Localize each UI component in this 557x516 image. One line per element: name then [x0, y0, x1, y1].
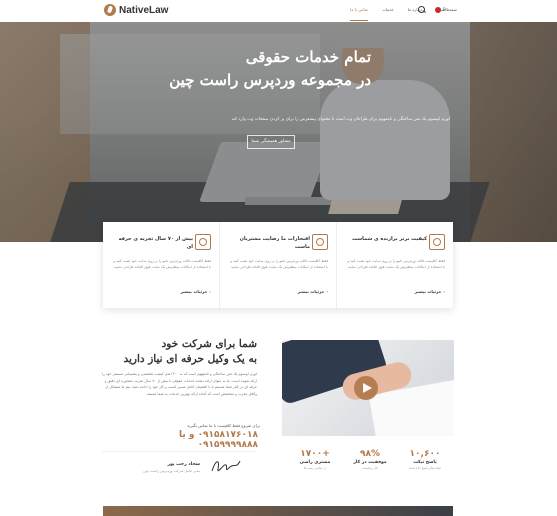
stat-item: +۱۷۰۰ مشتری راضی در تمامی زمینه ها: [290, 449, 340, 470]
nav-item-contact[interactable]: تماس با ما: [350, 7, 368, 21]
stat-desc: در تمامی زمینه ها: [303, 466, 327, 470]
header-tools: En: [418, 6, 448, 13]
site-logo[interactable]: NativeLaw: [104, 4, 168, 16]
signature-image: [211, 460, 241, 472]
feature-desc: فقط کافیست قالب وردپرس ناتیو را بر روی س…: [230, 259, 328, 269]
feature-desc: فقط کافیست قالب وردپرس ناتیو را بر روی س…: [113, 259, 211, 269]
nav-item-services[interactable]: خدمات: [382, 7, 394, 12]
stat-value: ۹۸%: [359, 449, 380, 459]
stat-item: ۹۸% موفقیت در کار کار رضایتمند: [345, 449, 395, 470]
stat-desc: تیکت های پاسخ داده شده: [409, 466, 441, 470]
award-icon: [312, 234, 328, 250]
stat-item: ۱۰,۶۰۰ پاسخ تیکت تیکت های پاسخ داده شده: [400, 449, 450, 470]
hero-title-line1: تمام خدمات حقوقی: [245, 48, 371, 66]
stat-label: موفقیت در کار: [353, 460, 387, 465]
feature-title: کیفیت برتر برازنده ی شماست: [351, 236, 427, 242]
feature-card: بیش از ۷۰ سال تجربه ی حرفه ای فقط کافیست…: [103, 222, 219, 308]
hero-title: تمام خدمات حقوقی در مجموعه وردپرس راست چ…: [111, 46, 371, 92]
feature-more-link[interactable]: جزئیات بیشتر: [415, 289, 445, 294]
signer-info: سجاد رجب پور مدیر عامل شرکت وردپرس راست …: [140, 462, 200, 473]
search-icon[interactable]: [418, 6, 425, 13]
quality-icon: [429, 234, 445, 250]
feature-title: افتخارات ما رضایت مشتریان ماست: [239, 236, 310, 250]
hero-cta-button[interactable]: مشاور همیشگی شما: [247, 135, 295, 149]
feature-card: افتخارات ما رضایت مشتریان ماست فقط کافیس…: [219, 222, 336, 308]
signer-role: مدیر عامل شرکت وردپرس راست چین: [143, 469, 200, 473]
logo-text: NativeLaw: [119, 4, 169, 16]
experience-icon: [195, 234, 211, 250]
features-box: کیفیت برتر برازنده ی شماست فقط کافیست قا…: [103, 222, 453, 308]
bottom-banner: [103, 506, 453, 516]
stats-row: ۱۰,۶۰۰ پاسخ تیکت تیکت های پاسخ داده شده …: [290, 449, 450, 470]
stat-value: +۱۷۰۰: [300, 449, 330, 459]
language-switch[interactable]: En: [435, 6, 449, 13]
hero-subtitle: لورم ایپسوم یک متن ساختگی و نامفهوم برای…: [231, 117, 450, 122]
stat-value: ۱۰,۶۰۰: [409, 449, 441, 459]
call-label: برای شروع فقط کافیست با ما تماس بگیرید: [187, 423, 260, 428]
divider: [102, 451, 257, 452]
feature-title: بیش از ۷۰ سال تجربه ی حرفه ای: [118, 236, 193, 250]
flag-icon: [435, 6, 441, 13]
stat-label: مشتری راضی: [299, 460, 331, 465]
about-text: لورم ایپسوم یک متن ساختگی و نامفهوم است …: [102, 372, 257, 396]
stat-desc: کار رضایتمند: [362, 466, 378, 470]
feature-more-link[interactable]: جزئیات بیشتر: [181, 289, 211, 294]
feature-more-link[interactable]: جزئیات بیشتر: [298, 289, 328, 294]
site-header: NativeLaw صفحه اصلی درباره ما خدمات تماس…: [0, 0, 557, 22]
about-title-line1: شما برای شرکت خود: [161, 338, 257, 350]
about-title-line2: به یک وکیل حرفه ای نیاز دارید: [123, 353, 257, 365]
feature-card: کیفیت برتر برازنده ی شماست فقط کافیست قا…: [336, 222, 453, 308]
feature-desc: فقط کافیست قالب وردپرس ناتیو را بر روی س…: [347, 259, 445, 269]
play-icon[interactable]: [354, 376, 378, 400]
signer-name: سجاد رجب پور: [167, 462, 201, 467]
logo-icon: [104, 4, 116, 16]
stat-label: پاسخ تیکت: [413, 460, 437, 465]
language-label: En: [443, 6, 449, 12]
hero-title-line2: در مجموعه وردپرس راست چین: [169, 71, 371, 89]
about-title: شما برای شرکت خود به یک وکیل حرفه ای نیا…: [57, 337, 257, 367]
phone-numbers[interactable]: ۰۹۱۵۸۱۷۶۰۱۸ و یا ۰۹۱۵۹۹۹۹۸۸۸: [128, 430, 258, 450]
